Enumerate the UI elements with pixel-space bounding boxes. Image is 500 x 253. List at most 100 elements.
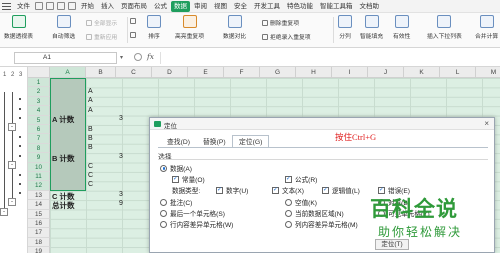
row-header-15[interactable]: 15 <box>28 209 50 219</box>
menu-icon[interactable] <box>2 2 11 10</box>
formula-checkbox[interactable]: ✓ <box>285 175 292 183</box>
row-diff-radio[interactable] <box>160 220 167 228</box>
col-diff-option[interactable]: 列内容差异单元格(M) <box>285 219 358 229</box>
cell-b7[interactable]: B <box>88 135 93 142</box>
column-header-m[interactable]: M <box>476 67 500 78</box>
row-header-16[interactable]: 16 <box>28 219 50 229</box>
fx-icon[interactable]: fx <box>147 52 154 61</box>
row-header-12[interactable]: 12 <box>28 181 50 191</box>
col-diff-radio[interactable] <box>285 220 292 228</box>
sort-asc-button[interactable] <box>130 18 136 24</box>
cell-a9[interactable]: B 计数 <box>52 153 75 164</box>
menu-review[interactable]: 审阅 <box>191 1 210 12</box>
menu-file[interactable]: 文件 <box>14 1 33 12</box>
text-option[interactable]: ✓ 文本(X) <box>272 185 304 195</box>
row-header-8[interactable]: 8 <box>28 143 50 154</box>
formula-input[interactable] <box>160 52 496 64</box>
current-region-radio[interactable] <box>285 209 292 217</box>
null-value-radio[interactable] <box>285 198 292 206</box>
cell-b6[interactable]: B <box>88 126 93 133</box>
collapse-group-button[interactable]: - <box>8 161 16 169</box>
cell-b3[interactable]: A <box>88 97 93 104</box>
row-header-18[interactable]: 18 <box>28 237 50 248</box>
cell-b12[interactable]: C <box>88 181 93 188</box>
menu-view[interactable]: 视图 <box>211 1 230 12</box>
data-option[interactable]: 数据(A) <box>160 163 192 173</box>
row-diff-option[interactable]: 行内容差异单元格(W) <box>160 219 233 229</box>
menu-developer[interactable]: 开发工具 <box>251 1 283 12</box>
column-header-c[interactable]: C <box>116 67 152 78</box>
row-header-9[interactable]: 9 <box>28 153 50 163</box>
cell-b4[interactable]: A <box>88 107 93 114</box>
menu-security[interactable]: 安全 <box>231 1 250 12</box>
row-header-17[interactable]: 17 <box>28 228 50 238</box>
row-header-2[interactable]: 2 <box>28 87 50 97</box>
row-header-14[interactable]: 14 <box>28 200 50 210</box>
row-header-11[interactable]: 11 <box>28 172 50 182</box>
split-columns-button[interactable]: 分列 <box>338 15 352 40</box>
row-header-10[interactable]: 10 <box>28 162 50 172</box>
comments-radio[interactable] <box>160 198 167 206</box>
current-region-option[interactable]: 当前数据区域(N) <box>285 208 344 218</box>
cell-a14[interactable]: 总计数 <box>52 200 75 211</box>
row-header-19[interactable]: 19 <box>28 247 50 253</box>
logical-checkbox[interactable]: ✓ <box>322 186 329 194</box>
column-header-l[interactable]: L <box>440 67 476 78</box>
logical-option[interactable]: ✓ 逻辑值(L) <box>322 185 360 195</box>
cell-b2[interactable]: A <box>88 88 93 95</box>
column-header-k[interactable]: K <box>404 67 440 78</box>
save-icon[interactable] <box>35 2 43 10</box>
sort-button[interactable]: 排序 <box>147 15 161 40</box>
redo-icon[interactable] <box>68 2 76 10</box>
last-cell-option[interactable]: 最后一个单元格(S) <box>160 208 225 218</box>
formula-option[interactable]: ✓ 公式(R) <box>285 174 317 184</box>
menu-features[interactable]: 特色功能 <box>284 1 316 12</box>
column-header-a[interactable]: A <box>50 67 86 78</box>
highlight-duplicates-button[interactable]: 高亮重复项 <box>175 15 204 40</box>
column-header-d[interactable]: D <box>152 67 188 78</box>
data-radio[interactable] <box>160 164 167 172</box>
column-header-e[interactable]: E <box>188 67 224 78</box>
cell-b10[interactable]: C <box>88 163 93 170</box>
outline-level-2[interactable]: 2 <box>11 72 14 78</box>
constant-option[interactable]: ✓ 常量(O) <box>172 174 205 184</box>
close-icon[interactable]: × <box>484 119 489 128</box>
cell-c13[interactable]: 3 <box>119 191 123 198</box>
smart-fill-button[interactable]: 智能填充 <box>360 15 383 40</box>
zoom-icon[interactable] <box>134 53 142 61</box>
sort-desc-button[interactable] <box>130 32 136 38</box>
consolidate-button[interactable]: 合并计算 <box>475 15 498 40</box>
null-value-option[interactable]: 空值(K) <box>285 197 317 207</box>
select-all-corner[interactable] <box>28 67 50 78</box>
auto-filter-button[interactable]: 自动筛选 <box>52 15 75 40</box>
outline-level-3[interactable]: 3 <box>19 72 22 78</box>
constant-checkbox[interactable]: ✓ <box>172 175 179 183</box>
insert-dropdown-button[interactable]: 插入下拉列表 <box>427 15 462 40</box>
print-icon[interactable] <box>46 2 54 10</box>
row-header-13[interactable]: 13 <box>28 190 50 201</box>
menu-insert[interactable]: 插入 <box>98 1 117 12</box>
cell-c9[interactable]: 3 <box>119 153 123 160</box>
number-checkbox[interactable]: ✓ <box>216 186 223 194</box>
cell-c5[interactable]: 3 <box>119 115 123 122</box>
comments-option[interactable]: 批注(C) <box>160 197 192 207</box>
name-box[interactable]: A1 <box>14 52 117 64</box>
last-cell-radio[interactable] <box>160 209 167 217</box>
undo-icon[interactable] <box>57 2 65 10</box>
menu-page-layout[interactable]: 页面布局 <box>118 1 150 12</box>
row-header-1[interactable]: 1 <box>28 78 50 88</box>
number-option[interactable]: ✓ 数字(U) <box>216 185 248 195</box>
column-header-i[interactable]: I <box>332 67 368 78</box>
row-header-5[interactable]: 5 <box>28 115 50 125</box>
cell-b11[interactable]: C <box>88 172 93 179</box>
column-header-b[interactable]: B <box>86 67 116 78</box>
column-header-h[interactable]: H <box>296 67 332 78</box>
text-checkbox[interactable]: ✓ <box>272 186 279 194</box>
menu-formula[interactable]: 公式 <box>151 1 170 12</box>
row-header-6[interactable]: 6 <box>28 125 50 135</box>
cell-c14[interactable]: 9 <box>119 200 123 207</box>
collapse-all-button[interactable]: - <box>0 208 8 216</box>
collapse-group-button[interactable]: - <box>8 198 16 206</box>
row-header-7[interactable]: 7 <box>28 134 50 144</box>
remove-duplicates-button[interactable]: 删除重复项 <box>262 18 299 27</box>
